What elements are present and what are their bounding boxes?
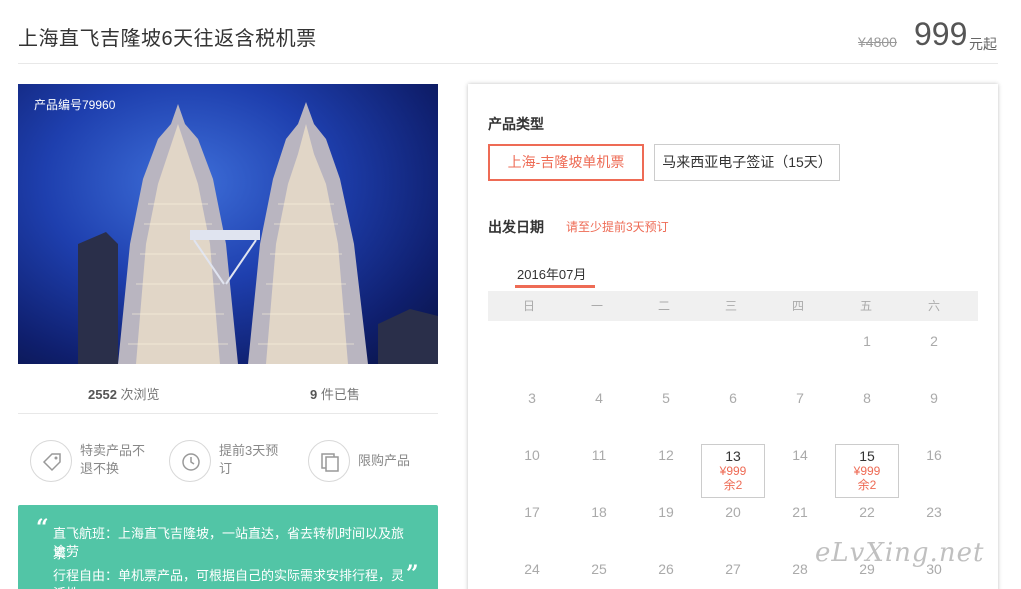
sold-label: 件已售 xyxy=(317,387,360,402)
booking-panel: 产品类型 上海-吉隆坡单机票 马来西亚电子签证（15天） 出发日期 请至少提前3… xyxy=(468,84,998,589)
calendar-day-1: 1 xyxy=(863,333,871,349)
calendar-day-17: 17 xyxy=(524,504,540,520)
option-visa[interactable]: 马来西亚电子签证（15天） xyxy=(654,144,840,181)
sold-stat: 9 件已售 xyxy=(310,384,360,403)
weekday-wed: 三 xyxy=(724,299,737,313)
calendar-day-8: 8 xyxy=(863,390,871,406)
watermark: eLvXing.net xyxy=(815,538,985,568)
weekday-tue: 二 xyxy=(657,299,670,313)
calendar-day-16: 16 xyxy=(926,447,942,463)
page-header: 上海直飞吉隆坡6天往返含税机票 ¥4800 999 元起 xyxy=(18,0,998,64)
day-remaining: 余2 xyxy=(723,478,743,492)
month-tab-underline xyxy=(515,285,595,288)
calendar-day-13-available[interactable]: 13 ¥999 余2 xyxy=(701,444,765,498)
original-price: ¥4800 xyxy=(858,34,897,50)
booking-hint: 请至少提前3天预订 xyxy=(566,220,669,234)
calendar-day-10: 10 xyxy=(524,447,540,463)
clock-icon xyxy=(169,440,211,482)
feature-text: 限购产品 xyxy=(358,453,411,468)
product-photo: 产品编号79960 xyxy=(18,84,438,364)
views-count: 2552 xyxy=(88,387,117,402)
day-price: ¥999 xyxy=(719,464,747,478)
weekday-sun: 日 xyxy=(522,299,535,313)
calendar-day-9: 9 xyxy=(930,390,938,406)
petronas-towers-image xyxy=(78,102,438,364)
calendar-day-7: 7 xyxy=(796,390,804,406)
weekday-mon: 一 xyxy=(590,299,603,313)
calendar-day-24: 24 xyxy=(524,561,540,577)
description-box: “ 直飞航班：上海直飞吉隆坡，一站直达，省去转机时间以及旅途劳 累 行程自由：单… xyxy=(18,505,438,589)
calendar-day-19: 19 xyxy=(658,504,674,520)
feature-text: 提前3天预订 xyxy=(219,443,279,476)
product-type-title: 产品类型 xyxy=(488,116,544,132)
desc-line-2: 累 xyxy=(53,546,67,561)
day-remaining: 余2 xyxy=(857,478,877,492)
day-price: ¥999 xyxy=(853,464,881,478)
feature-limited: 限购产品 xyxy=(308,440,438,482)
open-quote: “ xyxy=(36,515,49,541)
calendar-day-5: 5 xyxy=(662,390,670,406)
calendar-day-12: 12 xyxy=(658,447,674,463)
departure-date-title: 出发日期 xyxy=(488,219,544,235)
calendar-day-25: 25 xyxy=(591,561,607,577)
feature-book-ahead: 提前3天预订 xyxy=(169,440,299,482)
calendar-day-6: 6 xyxy=(729,390,737,406)
product-number: 产品编号79960 xyxy=(34,98,116,112)
current-price: 999 xyxy=(914,16,968,52)
views-stat: 2552 次浏览 xyxy=(88,384,160,403)
calendar-day-26: 26 xyxy=(658,561,674,577)
weekday-sat: 六 xyxy=(927,299,940,313)
weekday-fri: 五 xyxy=(859,299,872,313)
month-tab[interactable]: 2016年07月 xyxy=(517,264,586,283)
calendar-day-27: 27 xyxy=(725,561,741,577)
close-quote: ” xyxy=(406,561,419,587)
option-flight-only[interactable]: 上海-吉隆坡单机票 xyxy=(488,144,644,181)
calendar-day-15-available[interactable]: 15 ¥999 余2 xyxy=(835,444,899,498)
feature-no-refund: 特卖产品不 退不换 xyxy=(30,440,160,482)
price-suffix: 元起 xyxy=(969,36,997,52)
calendar-day-2: 2 xyxy=(930,333,938,349)
calendar-day-20: 20 xyxy=(725,504,741,520)
product-stats: 2552 次浏览 9 件已售 xyxy=(18,364,438,414)
page-title: 上海直飞吉隆坡6天往返含税机票 xyxy=(18,28,317,50)
feature-text: 特卖产品不 退不换 xyxy=(80,443,146,476)
calendar-day-11: 11 xyxy=(591,447,607,463)
weekday-thu: 四 xyxy=(791,299,804,313)
calendar-day-3: 3 xyxy=(528,390,536,406)
calendar-day-4: 4 xyxy=(595,390,603,406)
calendar-day-14: 14 xyxy=(792,447,808,463)
copy-icon xyxy=(308,440,350,482)
weekday-header: 日 一 二 三 四 五 六 xyxy=(488,291,978,321)
calendar-day-18: 18 xyxy=(591,504,607,520)
views-label: 次浏览 xyxy=(116,387,160,402)
desc-line-3: 行程自由：单机票产品，可根据自己的实际需求安排行程，灵活性 xyxy=(53,568,405,589)
tag-icon xyxy=(30,440,72,482)
